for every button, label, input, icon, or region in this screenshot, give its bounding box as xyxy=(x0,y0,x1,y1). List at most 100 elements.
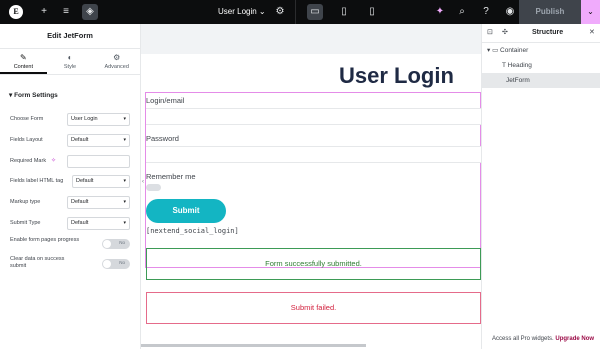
editor-canvas: User Login Login/email Password Remember… xyxy=(141,24,481,349)
toggle-label: No xyxy=(119,260,125,265)
tree-item-label: JetForm xyxy=(506,77,530,84)
field-label: Choose Form xyxy=(10,116,44,122)
social-login-shortcode: [nextend_social_login] xyxy=(146,227,239,235)
upgrade-link[interactable]: Upgrade Now xyxy=(555,336,594,342)
tab-content[interactable]: ✎ Content xyxy=(0,49,47,74)
section-title: Form Settings xyxy=(14,92,58,99)
select-value: Default xyxy=(76,178,94,184)
field-label-html-tag: Fields label HTML tag Default ▾ xyxy=(10,175,131,189)
heading-icon: T xyxy=(502,62,506,69)
markup-type-select[interactable]: Default ▾ xyxy=(67,196,130,209)
eye-icon[interactable]: ◉ xyxy=(502,4,518,20)
ai-sparkle-icon[interactable]: ✧ xyxy=(51,157,56,164)
tree-item-container[interactable]: ▾ ▭ Container xyxy=(482,43,600,58)
field-label: Clear data on success submit xyxy=(10,256,65,269)
tree-item-label: Container xyxy=(500,47,529,54)
field-label: Submit Type xyxy=(10,220,41,226)
panel-tabs: ✎ Content ◐ Style ⚙ Advanced xyxy=(0,49,140,75)
gear-icon: ⚙ xyxy=(113,53,121,62)
clear-data-toggle[interactable]: No xyxy=(102,259,130,269)
toggle-knob xyxy=(103,240,111,248)
publish-button[interactable]: Publish xyxy=(519,0,581,24)
close-icon[interactable]: ✕ xyxy=(589,28,595,36)
tab-style[interactable]: ◐ Style xyxy=(47,49,94,74)
password-input[interactable] xyxy=(146,146,481,163)
field-label: Fields Layout xyxy=(10,137,43,143)
error-message: Submit failed. xyxy=(146,292,481,324)
structure-header: ⊡ ✣ Structure ✕ xyxy=(482,24,600,43)
half-circle-icon: ◐ xyxy=(67,53,73,62)
canvas-top-strip xyxy=(141,24,481,54)
success-message: Form successfully submitted. xyxy=(146,248,481,280)
structure-panel: ⊡ ✣ Structure ✕ ▾ ▭ Container T Heading … xyxy=(481,24,600,349)
toggle-label: No xyxy=(119,240,125,245)
field-label: Required Mark xyxy=(10,158,47,164)
caret-down-icon: ▾ xyxy=(487,47,491,54)
caret-down-icon: ▾ xyxy=(123,220,126,226)
tree-item-heading[interactable]: T Heading xyxy=(482,58,600,73)
help-icon[interactable]: ? xyxy=(478,4,494,20)
field-label: Markup type xyxy=(10,199,41,205)
caret-down-icon: ▾ xyxy=(123,178,126,184)
expand-panel-icon[interactable]: ⊡ xyxy=(487,28,493,36)
panel-title: Edit JetForm xyxy=(0,24,140,49)
pro-promo: Access all Pro widgets. Upgrade Now xyxy=(492,336,594,342)
form-pages-progress-toggle[interactable]: No xyxy=(102,239,130,249)
remember-label: Remember me xyxy=(146,172,196,181)
fields-layout-select[interactable]: Default ▾ xyxy=(67,134,130,147)
divider xyxy=(295,0,296,24)
pencil-icon: ✎ xyxy=(19,53,27,62)
tablet-icon[interactable]: ▯ xyxy=(336,4,352,20)
structure-title: Structure xyxy=(532,29,564,36)
page-title-dropdown[interactable]: User Login ⌄ xyxy=(218,0,266,24)
field-choose-form: Choose Form User Login ▾ xyxy=(10,113,131,127)
container-icon: ▭ xyxy=(492,47,499,54)
mobile-icon[interactable]: ▯ xyxy=(364,4,380,20)
horizontal-scrollbar[interactable] xyxy=(141,344,366,347)
section-form-settings[interactable]: ▾ Form Settings xyxy=(0,85,140,107)
sparkle-icon[interactable]: ✦ xyxy=(432,4,448,20)
promo-text: Access all Pro widgets. xyxy=(492,336,554,342)
toggle-knob xyxy=(103,260,111,268)
remember-me-toggle[interactable] xyxy=(146,184,161,191)
elementor-logo-icon[interactable]: E xyxy=(9,5,23,19)
caret-down-icon: ▾ xyxy=(123,116,126,122)
field-required-mark: Required Mark ✧ xyxy=(10,155,131,169)
move-icon[interactable]: ✣ xyxy=(502,28,508,36)
caret-down-icon: ▾ xyxy=(123,137,126,143)
submit-type-select[interactable]: Default ▾ xyxy=(67,217,130,230)
top-bar: E + ≡ ◈ User Login ⌄ ⚙ ▭ ▯ ▯ ✦ ⌕ ? ◉ Pub… xyxy=(0,0,600,24)
sliders-icon[interactable]: ≡ xyxy=(58,4,74,20)
field-clear-data: Clear data on success submit No xyxy=(10,256,131,276)
field-label: Fields label HTML tag xyxy=(10,178,64,184)
layers-icon[interactable]: ◈ xyxy=(82,4,98,20)
login-input[interactable] xyxy=(146,108,481,125)
caret-down-icon: ▾ xyxy=(9,92,13,99)
choose-form-select[interactable]: User Login ▾ xyxy=(67,113,130,126)
field-markup-type: Markup type Default ▾ xyxy=(10,196,131,210)
tree-item-jetform[interactable]: JetForm xyxy=(482,73,600,88)
select-value: Default xyxy=(71,137,89,143)
label-html-tag-select[interactable]: Default ▾ xyxy=(72,175,130,188)
chevron-down-icon: ⌄ xyxy=(258,7,266,16)
publish-options-chevron-icon[interactable]: ⌄ xyxy=(581,0,600,24)
select-value: User Login xyxy=(71,116,98,122)
field-label: Enable form pages progress xyxy=(10,237,80,243)
page-title-label: User Login xyxy=(218,7,257,16)
submit-button[interactable]: Submit xyxy=(146,199,226,223)
tree-item-label: Heading xyxy=(507,62,532,69)
field-form-pages-progress: Enable form pages progress No xyxy=(10,237,131,257)
select-value: Default xyxy=(71,220,89,226)
page-heading[interactable]: User Login xyxy=(339,63,454,89)
collapse-panel-icon[interactable]: ‹ xyxy=(142,179,144,185)
select-value: Default xyxy=(71,199,89,205)
tab-style-label: Style xyxy=(63,64,77,70)
search-icon[interactable]: ⌕ xyxy=(454,4,470,20)
tab-advanced[interactable]: ⚙ Advanced xyxy=(93,49,140,74)
required-mark-input[interactable] xyxy=(67,155,130,168)
gear-icon[interactable]: ⚙ xyxy=(272,4,288,20)
desktop-icon[interactable]: ▭ xyxy=(307,4,323,20)
plus-icon[interactable]: + xyxy=(36,4,52,20)
caret-down-icon: ▾ xyxy=(123,199,126,205)
left-panel: Edit JetForm ✎ Content ◐ Style ⚙ Advanced ▾… xyxy=(0,24,141,349)
